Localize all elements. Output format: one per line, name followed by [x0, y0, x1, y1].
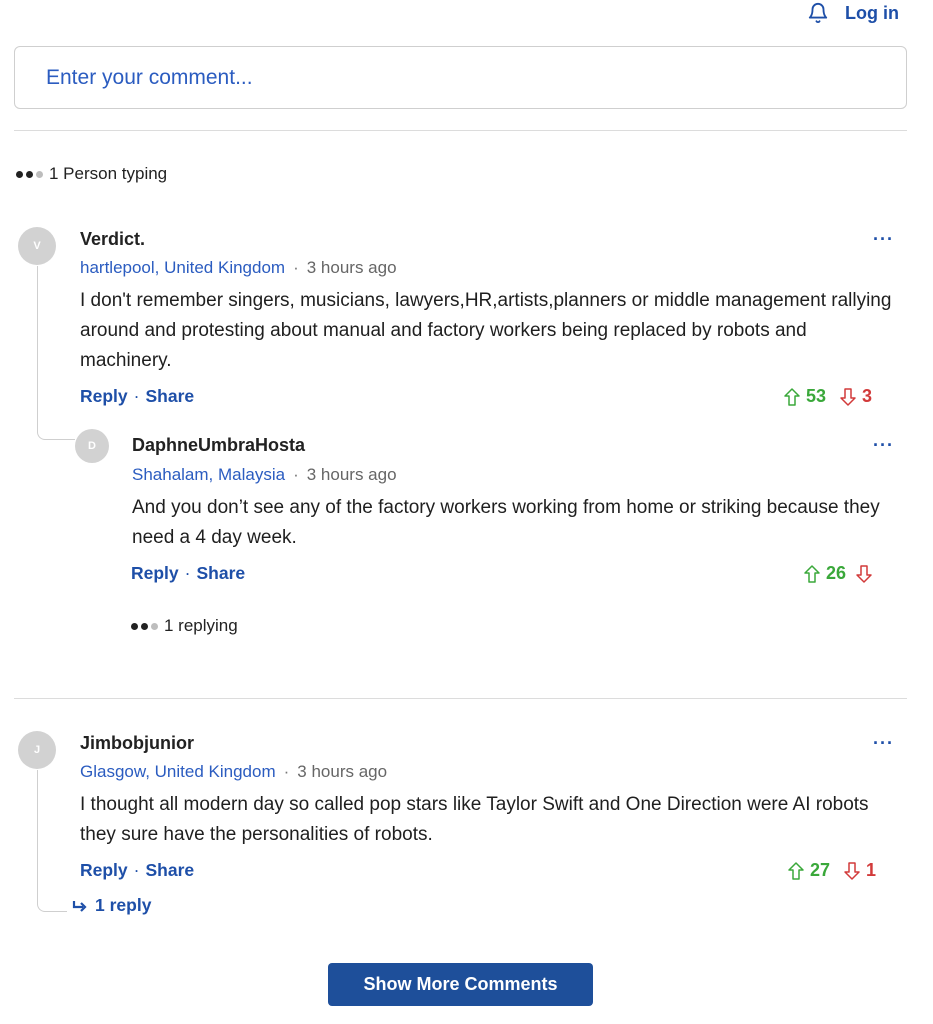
view-replies-button[interactable]: 1 reply: [72, 895, 151, 916]
comment-username[interactable]: DaphneUmbraHosta: [132, 435, 305, 456]
replying-text: 1 replying: [164, 616, 238, 635]
replying-indicator: 1 replying: [131, 616, 238, 636]
comment-actions: Reply · Share: [80, 386, 194, 407]
arrow-down-icon: [844, 861, 860, 880]
typing-dots-icon: [16, 170, 43, 178]
avatar: V: [18, 227, 56, 265]
comment-body: And you don’t see any of the factory wor…: [132, 497, 880, 548]
vote-controls: 27 1: [788, 860, 876, 881]
upvote-count: 53: [806, 386, 827, 406]
meta-separator: ·: [293, 465, 299, 484]
comment-time: 3 hours ago: [297, 762, 388, 781]
upvote-count: 27: [810, 860, 831, 880]
comment-location[interactable]: Glasgow, United Kingdom: [80, 762, 276, 782]
comment-actions: Reply · Share: [80, 860, 194, 881]
show-more-comments-button[interactable]: Show More Comments: [328, 963, 593, 1006]
reply-button[interactable]: Reply: [131, 563, 179, 584]
downvote-count: 1: [866, 860, 877, 880]
comment-actions: Reply · Share: [131, 563, 245, 584]
share-button[interactable]: Share: [196, 563, 245, 584]
comment-body: I thought all modern day so called pop s…: [80, 794, 869, 845]
comment-time: 3 hours ago: [306, 465, 397, 484]
downvote-count: 3: [862, 386, 873, 406]
divider: [14, 130, 907, 131]
upvote-button[interactable]: 26: [804, 563, 846, 584]
thread-line: [37, 770, 67, 912]
comment-body: I don't remember singers, musicians, law…: [80, 290, 892, 371]
arrow-up-icon: [804, 564, 820, 583]
downvote-button[interactable]: 3: [840, 386, 872, 407]
more-options-icon[interactable]: ···: [873, 435, 894, 456]
typing-dots-icon: [131, 622, 158, 630]
comment-meta: Shahalam, Malaysia · 3 hours ago: [132, 465, 397, 485]
upvote-button[interactable]: 27: [788, 860, 830, 881]
comment-username[interactable]: Verdict.: [80, 229, 145, 250]
upvote-count: 26: [826, 563, 847, 583]
comment-time: 3 hours ago: [306, 258, 397, 277]
reply-button[interactable]: Reply: [80, 386, 128, 407]
arrow-up-icon: [788, 861, 804, 880]
meta-separator: ·: [283, 762, 290, 781]
action-separator: ·: [133, 860, 140, 880]
arrow-down-icon: [856, 564, 872, 583]
view-replies-label: 1 reply: [95, 895, 152, 915]
bell-icon[interactable]: [807, 2, 829, 24]
more-options-icon[interactable]: ···: [873, 229, 894, 250]
meta-separator: ·: [293, 258, 299, 277]
top-bar: Log in: [807, 0, 899, 26]
arrow-down-icon: [840, 387, 856, 406]
typing-indicator: 1 Person typing: [16, 164, 167, 184]
divider: [14, 698, 907, 699]
comment-meta: Glasgow, United Kingdom · 3 hours ago: [80, 762, 387, 782]
comment-input[interactable]: [14, 46, 907, 109]
action-separator: ·: [133, 386, 140, 406]
avatar: D: [75, 429, 109, 463]
comment-location[interactable]: hartlepool, United Kingdom: [80, 258, 285, 278]
login-link[interactable]: Log in: [845, 3, 899, 24]
share-button[interactable]: Share: [145, 386, 194, 407]
vote-controls: 26: [804, 563, 878, 584]
arrow-up-icon: [784, 387, 800, 406]
action-separator: ·: [184, 563, 191, 583]
comment-username[interactable]: Jimbobjunior: [80, 733, 194, 754]
comment-location[interactable]: Shahalam, Malaysia: [132, 465, 285, 485]
vote-controls: 53 3: [784, 386, 872, 407]
share-button[interactable]: Share: [145, 860, 194, 881]
downvote-button[interactable]: [856, 564, 878, 583]
thread-line: [37, 266, 75, 440]
upvote-button[interactable]: 53: [784, 386, 826, 407]
comment-meta: hartlepool, United Kingdom · 3 hours ago: [80, 258, 397, 278]
reply-arrow-icon: [72, 900, 87, 912]
more-options-icon[interactable]: ···: [873, 733, 894, 754]
reply-button[interactable]: Reply: [80, 860, 128, 881]
downvote-button[interactable]: 1: [844, 860, 876, 881]
avatar: J: [18, 731, 56, 769]
typing-text: 1 Person typing: [49, 164, 168, 183]
